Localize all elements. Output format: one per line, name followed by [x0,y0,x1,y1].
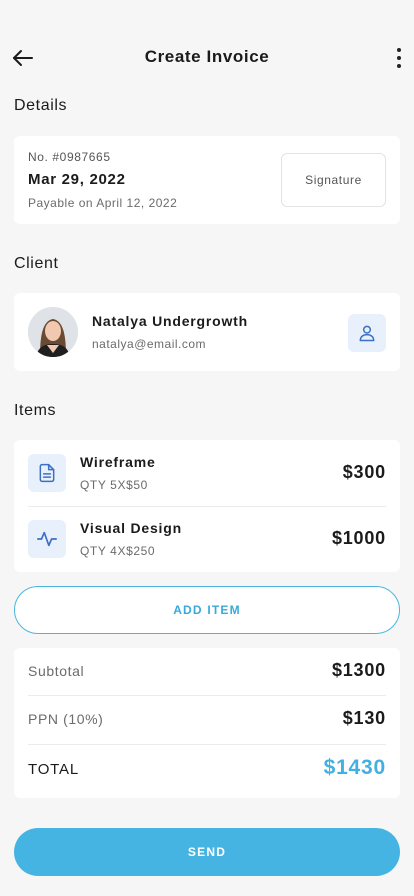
more-vertical-icon [397,48,401,52]
client-card[interactable]: Natalya Undergrowth natalya@email.com [14,293,400,371]
send-button[interactable]: SEND [14,828,400,876]
client-name: Natalya Undergrowth [92,313,248,329]
more-options-button[interactable] [393,46,405,70]
total-row: TOTAL $1430 [14,745,400,794]
item-icon-box [28,454,66,492]
page-title: Create Invoice [144,47,270,66]
item-quantity: QTY 5X$50 [80,478,148,492]
invoice-details-card: No. #0987665 Mar 29, 2022 Payable on Apr… [14,136,400,224]
list-item[interactable]: Visual Design QTY 4X$250 $1000 [14,506,400,572]
tax-row: PPN (10%) $130 [14,696,400,745]
client-heading: Client [14,255,59,272]
payable-date: Payable on April 12, 2022 [28,196,178,210]
item-name: Visual Design [80,520,182,536]
tax-value: $130 [342,708,386,728]
activity-icon [37,531,57,547]
item-icon-box [28,520,66,558]
details-heading: Details [14,97,68,114]
add-item-button[interactable]: ADD ITEM [14,586,400,634]
total-label: TOTAL [28,761,79,778]
subtotal-row: Subtotal $1300 [14,648,400,697]
subtotal-value: $1300 [331,660,386,680]
item-price: $300 [342,462,386,482]
document-icon [39,463,55,483]
total-value: $1430 [323,756,386,779]
invoice-date: Mar 29, 2022 [28,171,126,188]
subtotal-label: Subtotal [28,663,85,679]
client-email: natalya@email.com [92,337,207,351]
item-price: $1000 [331,528,386,548]
tax-label: PPN (10%) [28,711,104,727]
summary-card: Subtotal $1300 PPN (10%) $130 TOTAL $143… [14,648,400,798]
select-client-button[interactable] [348,314,386,352]
item-name: Wireframe [80,454,156,470]
items-card: Wireframe QTY 5X$50 $300 Visual Design Q… [14,440,400,572]
list-item[interactable]: Wireframe QTY 5X$50 $300 [14,440,400,506]
item-quantity: QTY 4X$250 [80,544,156,558]
signature-button[interactable]: Signature [281,153,386,207]
invoice-number: No. #0987665 [28,150,111,164]
items-heading: Items [14,402,57,419]
user-icon [359,325,375,342]
avatar [28,307,78,357]
